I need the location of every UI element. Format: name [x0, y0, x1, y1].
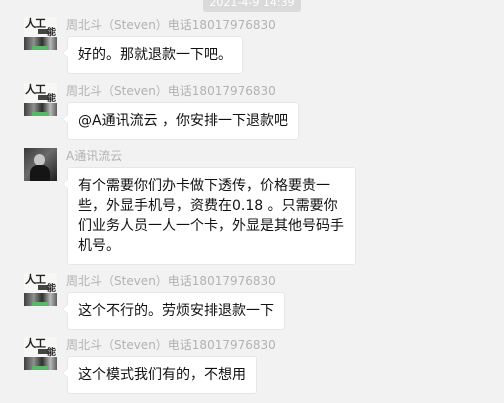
- message-bubble[interactable]: 这个不行的。劳烦安排退款一下: [62, 292, 285, 330]
- chat-timestamp: 2021-4-9 14:39: [0, 0, 504, 12]
- chat-message: A通讯流云 有个需要你们办卡做下透传，价格要贵一些，外显手机号，资费在0.18 …: [24, 148, 494, 265]
- message-bubble[interactable]: 这个模式我们有的，不想用: [62, 356, 257, 394]
- chat-message: 人工 能 周北斗（Steven）电话18017976830 这个模式我们有的，不…: [24, 337, 494, 397]
- message-bubble[interactable]: 有个需要你们办卡做下透传，价格要贵一些，外显手机号，资费在0.18 。只需要你们…: [62, 167, 356, 265]
- message-bubble[interactable]: @A通讯流云 ，你安排一下退款吧: [61, 102, 300, 140]
- message-bubble[interactable]: 好的。那就退款一下吧。: [62, 36, 243, 74]
- chat-message: 人工 能 周北斗（Steven）电话18017976830 好的。那就退款一下吧…: [24, 17, 494, 77]
- ai-logo-avatar[interactable]: 人工 能: [24, 337, 57, 370]
- timestamp-label: 2021-4-9 14:39: [203, 0, 301, 12]
- chat-message: 人工 能 周北斗（Steven）电话18017976830 这个不行的。劳烦安排…: [24, 273, 494, 330]
- ai-logo-avatar[interactable]: 人工 能: [24, 83, 57, 116]
- sender-name[interactable]: 周北斗（Steven）电话18017976830: [66, 17, 276, 33]
- ai-logo-avatar[interactable]: 人工 能: [24, 273, 57, 306]
- sender-name[interactable]: 周北斗（Steven）电话18017976830: [66, 337, 276, 353]
- sender-name[interactable]: A通讯流云: [66, 148, 122, 164]
- sender-name[interactable]: 周北斗（Steven）电话18017976830: [66, 83, 276, 99]
- chat-message: 人工 能 周北斗（Steven）电话18017976830 @A通讯流云 ，你安…: [24, 83, 494, 143]
- ai-logo-avatar[interactable]: 人工 能: [24, 17, 57, 50]
- sender-name[interactable]: 周北斗（Steven）电话18017976830: [66, 273, 276, 289]
- photo-avatar[interactable]: [24, 148, 57, 181]
